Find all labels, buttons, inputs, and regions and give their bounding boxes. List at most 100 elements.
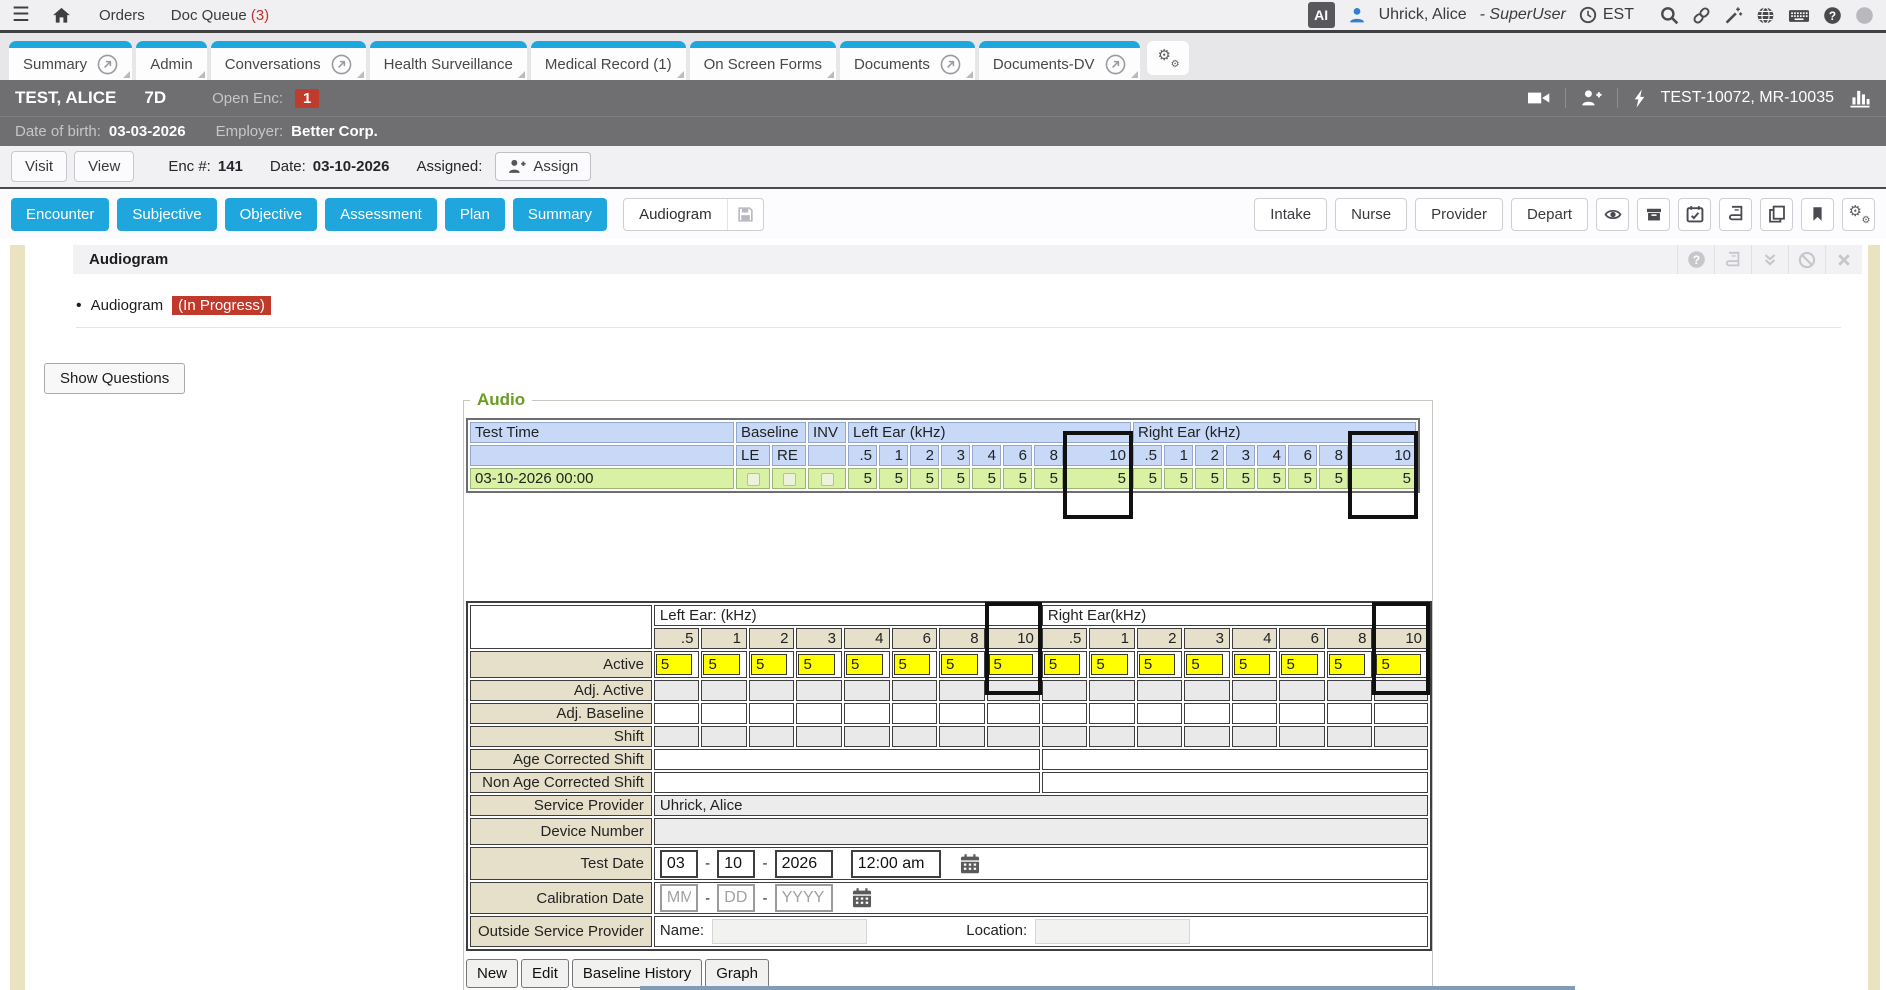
tab-settings-button[interactable]: ⚙⚙ xyxy=(1147,41,1189,75)
close-icon-button[interactable] xyxy=(1825,245,1862,274)
active-value-input[interactable]: 5 xyxy=(989,654,1033,675)
outside-name-input[interactable] xyxy=(712,919,867,944)
collapse-icon-button[interactable] xyxy=(1751,245,1788,274)
book-icon-button[interactable] xyxy=(1719,198,1752,231)
active-value-input[interactable]: 5 xyxy=(751,654,788,675)
footer-button-new[interactable]: New xyxy=(466,959,518,988)
outside-location-input[interactable] xyxy=(1035,919,1190,944)
active-value-input[interactable]: 5 xyxy=(1376,654,1421,675)
active-value-input[interactable]: 5 xyxy=(1044,654,1081,675)
help-icon-button[interactable]: ? xyxy=(1677,245,1714,274)
user-name[interactable]: Uhrick, Alice xyxy=(1379,6,1467,24)
section-button-summary[interactable]: Summary xyxy=(513,198,607,231)
keyboard-icon[interactable] xyxy=(1788,6,1810,25)
link-icon[interactable] xyxy=(1692,6,1711,25)
view-button[interactable]: View xyxy=(74,151,134,182)
footer-button-baseline-history[interactable]: Baseline History xyxy=(572,959,702,988)
home-icon[interactable] xyxy=(52,6,71,25)
test-date-month-input[interactable] xyxy=(660,850,698,878)
calendar-icon[interactable] xyxy=(959,853,981,875)
active-value-input[interactable]: 5 xyxy=(1091,654,1128,675)
section-button-plan[interactable]: Plan xyxy=(445,198,505,231)
test-date-year-input[interactable] xyxy=(775,850,833,878)
calibration-month-input[interactable] xyxy=(660,884,698,912)
baseline-le-checkbox[interactable] xyxy=(747,473,760,486)
archive-icon-button[interactable] xyxy=(1637,198,1670,231)
assign-button[interactable]: Assign xyxy=(495,152,591,181)
section-button-encounter[interactable]: Encounter xyxy=(11,198,109,231)
nav-doc-queue[interactable]: Doc Queue (3) xyxy=(171,7,269,24)
active-value-input[interactable]: 5 xyxy=(1329,654,1366,675)
footer-button-graph[interactable]: Graph xyxy=(705,959,769,988)
globe-icon[interactable] xyxy=(1756,6,1775,25)
col-test-time: Test Time xyxy=(470,422,734,443)
active-value-input[interactable]: 5 xyxy=(656,654,693,675)
open-enc-count-badge[interactable]: 1 xyxy=(295,89,319,108)
external-link-icon[interactable] xyxy=(940,54,961,75)
stage-button-provider[interactable]: Provider xyxy=(1415,198,1503,231)
visit-button[interactable]: Visit xyxy=(11,151,67,182)
active-value-input[interactable]: 5 xyxy=(1234,654,1271,675)
tab-medical-record-1[interactable]: Medical Record (1) xyxy=(531,41,686,80)
calcheck-icon-button[interactable] xyxy=(1678,198,1711,231)
tab-health-surveillance[interactable]: Health Surveillance xyxy=(370,41,527,80)
note-tab-audiogram[interactable]: Audiogram xyxy=(623,198,764,231)
eye-icon-button[interactable] xyxy=(1596,198,1629,231)
show-questions-button[interactable]: Show Questions xyxy=(44,363,185,394)
add-person-icon[interactable] xyxy=(1581,89,1602,107)
tab-conversations[interactable]: Conversations xyxy=(211,41,366,80)
help-icon[interactable]: ? xyxy=(1823,6,1842,25)
tab-label: Documents xyxy=(854,56,930,73)
patient-bar-2: Date of birth: 03-03-2026 Employer: Bett… xyxy=(0,116,1886,146)
external-link-icon[interactable] xyxy=(97,54,118,75)
test-time-input[interactable] xyxy=(851,850,941,878)
active-value-input[interactable]: 5 xyxy=(1186,654,1223,675)
audiogram-item-label[interactable]: Audiogram xyxy=(91,297,164,314)
stage-button-intake[interactable]: Intake xyxy=(1254,198,1327,231)
calendar-icon[interactable] xyxy=(851,887,873,909)
tab-on-screen-forms[interactable]: On Screen Forms xyxy=(690,41,836,80)
baseline-re-checkbox[interactable] xyxy=(783,473,796,486)
stage-button-depart[interactable]: Depart xyxy=(1511,198,1588,231)
active-value-input[interactable]: 5 xyxy=(941,654,978,675)
search-icon[interactable] xyxy=(1660,6,1679,25)
active-value-input[interactable]: 5 xyxy=(703,654,740,675)
ai-badge[interactable]: AI xyxy=(1308,2,1335,28)
wand-icon[interactable] xyxy=(1724,6,1743,25)
tab-documents[interactable]: Documents xyxy=(840,41,975,80)
video-camera-icon[interactable] xyxy=(1528,89,1550,107)
active-value-input[interactable]: 5 xyxy=(1281,654,1318,675)
save-icon[interactable] xyxy=(727,199,763,230)
t1-right-freq-.5: .5 xyxy=(1133,445,1162,466)
nav-orders[interactable]: Orders xyxy=(99,7,145,24)
section-button-assessment[interactable]: Assessment xyxy=(325,198,437,231)
t2-test-date-row: Test Date - - xyxy=(470,847,1428,880)
calibration-year-input[interactable] xyxy=(775,884,833,912)
copy-icon-button[interactable] xyxy=(1760,198,1793,231)
tab-documents-dv[interactable]: Documents-DV xyxy=(979,41,1140,80)
stage-button-nurse[interactable]: Nurse xyxy=(1335,198,1407,231)
lightning-icon[interactable] xyxy=(1633,89,1646,108)
disable-icon-button[interactable] xyxy=(1788,245,1825,274)
section-button-subjective[interactable]: Subjective xyxy=(117,198,216,231)
book-icon-button[interactable] xyxy=(1714,245,1751,274)
tab-admin[interactable]: Admin xyxy=(136,41,207,80)
active-value-input[interactable]: 5 xyxy=(1139,654,1176,675)
tab-summary[interactable]: Summary xyxy=(9,41,132,80)
external-link-icon[interactable] xyxy=(331,54,352,75)
calibration-day-input[interactable] xyxy=(717,884,755,912)
tab-label: Documents-DV xyxy=(993,56,1095,73)
external-link-icon[interactable] xyxy=(1105,54,1126,75)
section-button-objective[interactable]: Objective xyxy=(225,198,318,231)
active-value-input[interactable]: 5 xyxy=(798,654,835,675)
active-value-input[interactable]: 5 xyxy=(894,654,931,675)
bookmark-icon-button[interactable] xyxy=(1801,198,1834,231)
hamburger-menu-icon[interactable]: ☰ xyxy=(12,5,30,25)
active-value-input[interactable]: 5 xyxy=(846,654,883,675)
gears-icon-button[interactable]: ⚙⚙ xyxy=(1842,198,1875,231)
adj-baseline-cell xyxy=(1089,703,1135,724)
test-date-day-input[interactable] xyxy=(717,850,755,878)
inv-checkbox[interactable] xyxy=(821,473,834,486)
footer-button-edit[interactable]: Edit xyxy=(521,959,569,988)
bar-chart-icon[interactable] xyxy=(1849,89,1871,108)
